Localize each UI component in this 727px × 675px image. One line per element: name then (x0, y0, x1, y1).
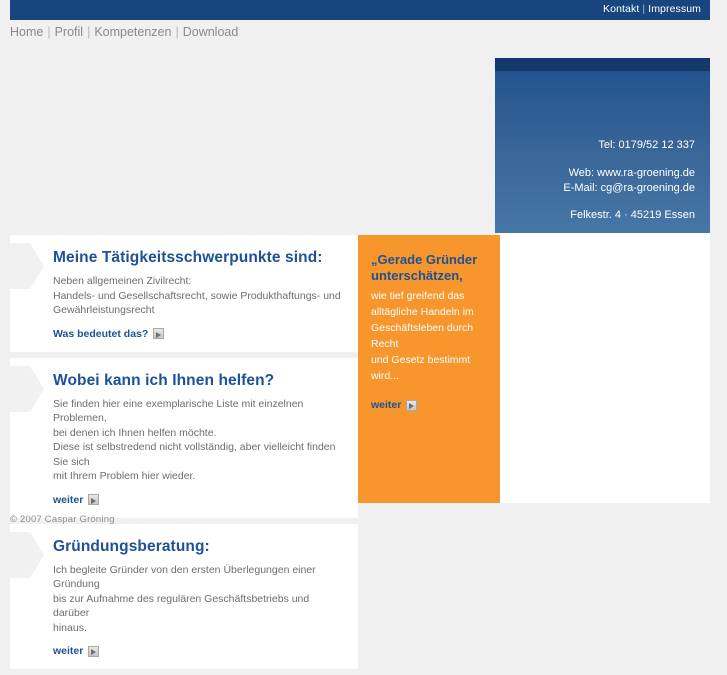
card-wobei-helfen: Wobei kann ich Ihnen helfen? Sie finden … (10, 357, 358, 518)
content-card-list: Meine Tätigkeitsschwerpunkte sind: Neben… (10, 235, 358, 675)
arrow-right-icon[interactable] (406, 399, 418, 411)
utility-separator: | (642, 3, 646, 15)
quote-headline: „Gerade Gründer unterschätzen, (371, 252, 478, 283)
contact-box-top-band (495, 58, 710, 71)
card-more-link[interactable]: weiter (53, 494, 346, 506)
nav-separator: | (47, 25, 51, 39)
card-title: Wobei kann ich Ihnen helfen? (53, 371, 275, 389)
nav-separator: | (175, 25, 179, 39)
card-more-link[interactable]: Was bedeutet das? (53, 328, 346, 340)
chevron-right-icon (10, 365, 44, 412)
main-navigation: Home | Profil | Kompetenzen | Download (10, 25, 238, 39)
nav-item-kompetenzen[interactable]: Kompetenzen (94, 25, 171, 39)
page-root: Kontakt | Impressum Home | Profil | Kompetenze… (0, 0, 727, 669)
card-gruendungsberatung: Gründungsberatung: Ich begleite Gründer … (10, 523, 358, 669)
quote-more-label: weiter (371, 399, 402, 411)
nav-item-home[interactable]: Home (10, 25, 43, 39)
card-more-label: Was bedeutet das? (53, 327, 149, 340)
contact-details: Tel: 0179/52 12 337 Web: www.ra-groening… (563, 138, 695, 223)
card-more-label: weiter (53, 645, 84, 657)
contact-email[interactable]: E-Mail: cg@ra-groening.de (563, 181, 695, 196)
card-more-link[interactable]: weiter (53, 645, 346, 657)
link-kontakt[interactable]: Kontakt (603, 3, 639, 15)
contact-web[interactable]: Web: www.ra-groening.de (563, 166, 695, 181)
chevron-right-icon (10, 243, 44, 289)
top-utility-bar: Kontakt | Impressum (10, 0, 710, 20)
nav-separator: | (87, 25, 91, 39)
utility-links: Kontakt | Impressum (603, 3, 701, 15)
card-title: Meine Tätigkeitsschwerpunkte sind: (53, 249, 323, 266)
link-impressum[interactable]: Impressum (648, 3, 701, 15)
quote-more-link[interactable]: weiter (371, 399, 486, 411)
card-body: Neben allgemeinen Zivilrecht: Handels- u… (53, 275, 341, 316)
arrow-right-icon[interactable] (88, 645, 100, 657)
quote-callout-box: „Gerade Gründer unterschätzen, wie tief … (358, 235, 500, 503)
arrow-right-icon[interactable] (153, 328, 165, 339)
card-body: Ich begleite Gründer von den ersten Über… (53, 563, 316, 634)
card-title: Gründungsberatung: (53, 537, 210, 555)
contact-address: Felkestr. 4 · 45219 Essen (570, 209, 695, 221)
footer-copyright: © 2007 Caspar Gröning (10, 514, 115, 525)
card-body: Sie finden hier eine exemplarische Liste… (53, 397, 336, 483)
arrow-right-icon[interactable] (88, 494, 100, 505)
quote-body: wie tief greifend das alltägliche Handel… (371, 290, 474, 382)
nav-item-download[interactable]: Download (183, 25, 239, 39)
chevron-right-icon (10, 531, 44, 578)
card-more-label: weiter (53, 493, 84, 506)
card-taetigkeitsschwerpunkte: Meine Tätigkeitsschwerpunkte sind: Neben… (10, 235, 358, 352)
nav-item-profil[interactable]: Profil (55, 25, 83, 39)
contact-phone: Tel: 0179/52 12 337 (598, 139, 695, 151)
contact-info-box: Tel: 0179/52 12 337 Web: www.ra-groening… (495, 58, 710, 233)
